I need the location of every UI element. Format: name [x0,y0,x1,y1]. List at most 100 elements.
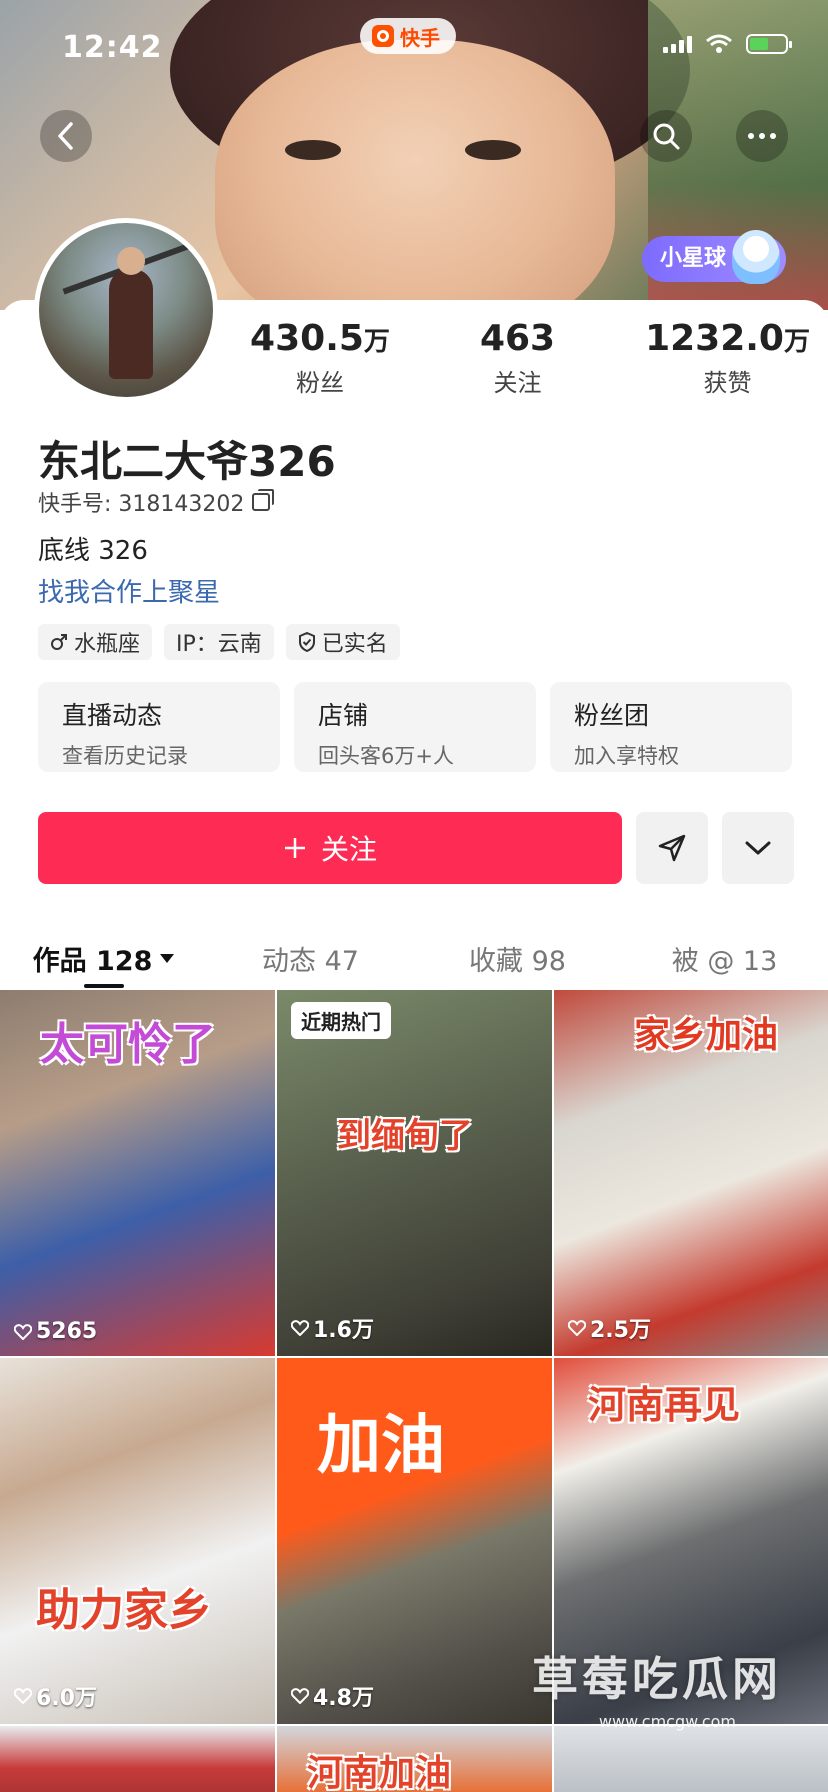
male-icon [51,634,67,650]
video-thumbnail[interactable]: 近期热门 到缅甸了 1.6万 [277,990,552,1356]
stat-label: 粉丝 [296,369,344,397]
profile-bio: 底线 326 [38,536,148,566]
video-overlay-text: 河南再见 [588,1383,741,1427]
tab-label: 被 @ 13 [671,945,778,977]
wifi-icon [706,34,732,53]
plus-icon [284,838,305,858]
tag-zodiac: 水瓶座 [38,624,153,660]
stat-unit: 万 [363,327,390,357]
heart-icon [568,1320,586,1336]
star-planet-pill[interactable]: 小星球 [642,230,787,284]
status-time: 12:42 [62,30,163,65]
video-likes: 4.8万 [291,1680,374,1712]
video-overlay-text: 河南加油 [307,1753,452,1792]
search-icon [653,123,680,150]
cover-eye [285,140,341,160]
video-thumbnail[interactable]: 河南加油 [277,1726,552,1792]
stat-number: 430.5 [250,318,364,359]
video-thumbnail[interactable]: 加油 4.8万 [277,1358,552,1724]
video-overlay-text: 助力家乡 [36,1585,212,1636]
tag-verified: 已实名 [285,624,400,660]
shield-check-icon [298,632,315,652]
cover-eye [465,140,521,160]
video-likes: 6.0万 [14,1680,97,1712]
stat-following[interactable]: 463 关注 [448,318,588,398]
stat-number: 463 [479,318,556,359]
astronaut-icon [732,230,781,284]
video-thumbnail[interactable] [554,1726,828,1792]
cover-face [215,40,615,310]
video-overlay-text: 太可怜了 [40,1019,216,1070]
stat-number: 1232.0 [645,318,784,359]
card-title: 店铺 [318,701,369,730]
tab-works[interactable]: 作品 128 [0,928,207,988]
tab-label: 作品 128 [32,945,153,977]
back-button[interactable] [40,110,92,162]
tag-ip: IP：云南 [164,624,274,660]
avatar-figure [109,247,153,379]
battery-icon [746,34,792,54]
card-shop[interactable]: 店铺 回头客6万+人 [294,682,536,772]
card-title: 直播动态 [62,701,163,730]
kuaishou-logo-icon [372,25,394,47]
video-overlay-text: 加油 [317,1409,445,1483]
stat-unit: 万 [783,327,810,357]
app-name: 快手 [400,25,440,50]
profile-name: 东北二大爷326 [38,437,336,486]
profile-tags: 水瓶座 IP：云南 已实名 [38,624,400,660]
tag-label: 已实名 [321,632,388,657]
star-pill-label: 小星球 [660,246,727,271]
card-subtitle: 加入享特权 [574,744,679,768]
stat-label: 关注 [493,369,542,397]
video-likes: 2.5万 [568,1312,651,1344]
stat-fans[interactable]: 430.5万 粉丝 [250,318,390,398]
tab-mentions[interactable]: 被 @ 13 [621,928,828,988]
kuaishou-id-text: 快手号: 318143202 [38,492,245,517]
avatar[interactable] [34,218,218,402]
card-live-history[interactable]: 直播动态 查看历史记录 [38,682,280,772]
video-overlay-text: 到缅甸了 [337,1116,473,1156]
more-button[interactable] [736,110,788,162]
tab-moments[interactable]: 动态 47 [207,928,414,988]
signal-icon [663,35,692,53]
message-button[interactable] [636,812,708,884]
copy-icon[interactable] [252,489,275,511]
action-row: 关注 [38,812,794,884]
hot-badge: 近期热门 [291,1002,391,1039]
follow-button[interactable]: 关注 [38,812,622,884]
kuaishou-id: 快手号: 318143202 [38,486,275,518]
likes-count: 5265 [36,1319,98,1344]
tab-favorites[interactable]: 收藏 98 [414,928,621,988]
status-icons [663,34,792,54]
video-likes: 1.6万 [291,1312,374,1344]
expand-button[interactable] [722,812,794,884]
more-icon [748,133,776,139]
feature-cards: 直播动态 查看历史记录 店铺 回头客6万+人 粉丝团 加入享特权 [38,682,792,772]
stat-likes[interactable]: 1232.0万 获赞 [645,318,810,398]
video-thumbnail[interactable]: 家乡加油 2.5万 [554,990,828,1356]
send-icon [658,834,686,862]
tag-label: 水瓶座 [74,632,141,657]
likes-count: 2.5万 [590,1318,651,1343]
chevron-down-icon [745,841,771,855]
video-thumbnail[interactable]: 助力家乡 6.0万 [0,1358,275,1724]
heart-icon [291,1688,309,1704]
watermark-url: www.cmcgw.com [598,1712,736,1731]
video-thumbnail[interactable]: 太可怜了 5265 [0,990,275,1356]
stat-label: 获赞 [703,369,752,397]
card-fan-club[interactable]: 粉丝团 加入享特权 [550,682,792,772]
likes-count: 1.6万 [313,1318,374,1343]
content-tabs: 作品 128 动态 47 收藏 98 被 @ 13 [0,928,828,988]
video-thumbnail[interactable] [0,1726,275,1792]
cooperation-link[interactable]: 找我合作上聚星 [38,572,220,609]
follow-label: 关注 [320,833,377,866]
heart-icon [291,1320,309,1336]
card-subtitle: 查看历史记录 [62,744,188,768]
search-button[interactable] [640,110,692,162]
tab-label: 收藏 98 [469,945,566,977]
likes-count: 6.0万 [36,1686,97,1711]
profile-stats: 430.5万 粉丝 463 关注 1232.0万 获赞 [250,318,810,398]
likes-count: 4.8万 [313,1686,374,1711]
app-pill[interactable]: 快手 [360,18,456,54]
caret-down-icon [160,953,175,963]
